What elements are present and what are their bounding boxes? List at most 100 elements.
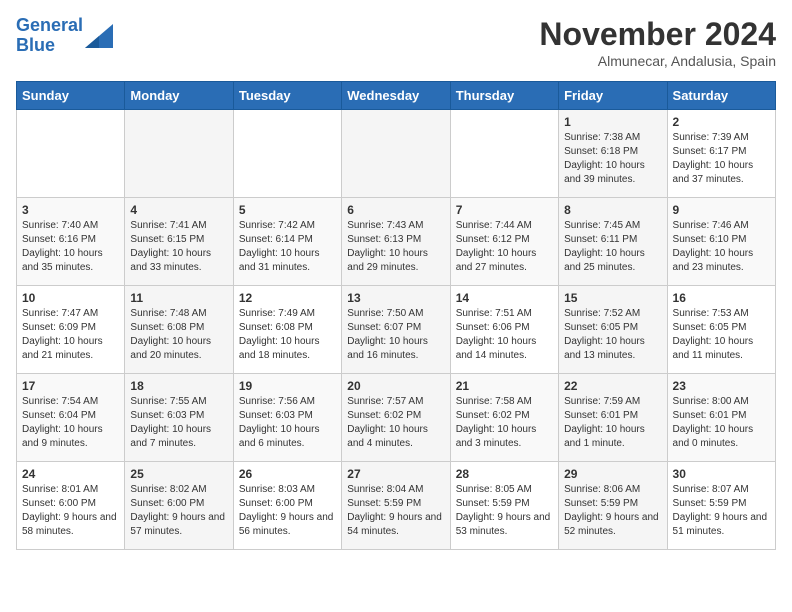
calendar-table: SundayMondayTuesdayWednesdayThursdayFrid…: [16, 81, 776, 550]
day-info: Sunrise: 7:45 AMSunset: 6:11 PMDaylight:…: [564, 219, 661, 275]
day-number: 22: [564, 379, 661, 393]
calendar-cell: 18 Sunrise: 7:55 AMSunset: 6:03 PMDayligh…: [125, 374, 233, 462]
day-info: Sunrise: 8:03 AMSunset: 6:00 PMDaylight:…: [239, 483, 336, 539]
day-number: 14: [456, 291, 553, 305]
day-header-tuesday: Tuesday: [233, 82, 341, 110]
day-info: Sunrise: 7:56 AMSunset: 6:03 PMDaylight:…: [239, 395, 336, 451]
day-number: 23: [673, 379, 770, 393]
calendar-cell: 3 Sunrise: 7:40 AMSunset: 6:16 PMDaylight…: [17, 198, 125, 286]
calendar-cell: 10 Sunrise: 7:47 AMSunset: 6:09 PMDayligh…: [17, 286, 125, 374]
day-info: Sunrise: 8:01 AMSunset: 6:00 PMDaylight:…: [22, 483, 119, 539]
day-info: Sunrise: 7:51 AMSunset: 6:06 PMDaylight:…: [456, 307, 553, 363]
month-title: November 2024: [539, 16, 776, 53]
day-number: 7: [456, 203, 553, 217]
day-info: Sunrise: 7:57 AMSunset: 6:02 PMDaylight:…: [347, 395, 444, 451]
day-info: Sunrise: 7:59 AMSunset: 6:01 PMDaylight:…: [564, 395, 661, 451]
calendar-cell: 16 Sunrise: 7:53 AMSunset: 6:05 PMDayligh…: [667, 286, 775, 374]
calendar-cell: 11Sunrise: 7:48 AMSunset: 6:08 PMDayligh…: [125, 286, 233, 374]
logo-icon: [85, 24, 113, 48]
calendar-cell: 19Sunrise: 7:56 AMSunset: 6:03 PMDayligh…: [233, 374, 341, 462]
calendar-cell: 12Sunrise: 7:49 AMSunset: 6:08 PMDayligh…: [233, 286, 341, 374]
header-row: SundayMondayTuesdayWednesdayThursdayFrid…: [17, 82, 776, 110]
day-header-thursday: Thursday: [450, 82, 558, 110]
day-info: Sunrise: 7:42 AMSunset: 6:14 PMDaylight:…: [239, 219, 336, 275]
page-header: GeneralBlue November 2024 Almunecar, And…: [16, 16, 776, 69]
day-number: 6: [347, 203, 444, 217]
day-number: 27: [347, 467, 444, 481]
day-number: 4: [130, 203, 227, 217]
day-number: 2: [673, 115, 770, 129]
day-info: Sunrise: 8:06 AMSunset: 5:59 PMDaylight:…: [564, 483, 661, 539]
day-number: 16: [673, 291, 770, 305]
calendar-cell: [233, 110, 341, 198]
day-info: Sunrise: 7:39 AMSunset: 6:17 PMDaylight:…: [673, 131, 770, 187]
day-number: 24: [22, 467, 119, 481]
calendar-cell: 22 Sunrise: 7:59 AMSunset: 6:01 PMDayligh…: [559, 374, 667, 462]
day-info: Sunrise: 7:49 AMSunset: 6:08 PMDaylight:…: [239, 307, 336, 363]
day-info: Sunrise: 7:52 AMSunset: 6:05 PMDaylight:…: [564, 307, 661, 363]
calendar-cell: 25 Sunrise: 8:02 AMSunset: 6:00 PMDayligh…: [125, 462, 233, 550]
day-number: 9: [673, 203, 770, 217]
calendar-cell: 26 Sunrise: 8:03 AMSunset: 6:00 PMDayligh…: [233, 462, 341, 550]
calendar-cell: [125, 110, 233, 198]
day-info: Sunrise: 8:07 AMSunset: 5:59 PMDaylight:…: [673, 483, 770, 539]
day-number: 25: [130, 467, 227, 481]
day-header-friday: Friday: [559, 82, 667, 110]
location-subtitle: Almunecar, Andalusia, Spain: [539, 53, 776, 69]
calendar-cell: 15 Sunrise: 7:52 AMSunset: 6:05 PMDayligh…: [559, 286, 667, 374]
calendar-cell: 1 Sunrise: 7:38 AMSunset: 6:18 PMDaylight…: [559, 110, 667, 198]
day-number: 5: [239, 203, 336, 217]
day-info: Sunrise: 8:05 AMSunset: 5:59 PMDaylight:…: [456, 483, 553, 539]
calendar-cell: 27 Sunrise: 8:04 AMSunset: 5:59 PMDayligh…: [342, 462, 450, 550]
day-info: Sunrise: 7:47 AMSunset: 6:09 PMDaylight:…: [22, 307, 119, 363]
day-header-sunday: Sunday: [17, 82, 125, 110]
day-header-monday: Monday: [125, 82, 233, 110]
calendar-cell: [17, 110, 125, 198]
day-header-wednesday: Wednesday: [342, 82, 450, 110]
title-block: November 2024 Almunecar, Andalusia, Spai…: [539, 16, 776, 69]
day-number: 10: [22, 291, 119, 305]
logo: GeneralBlue: [16, 16, 113, 56]
calendar-cell: 13 Sunrise: 7:50 AMSunset: 6:07 PMDayligh…: [342, 286, 450, 374]
day-number: 1: [564, 115, 661, 129]
day-info: Sunrise: 7:43 AMSunset: 6:13 PMDaylight:…: [347, 219, 444, 275]
day-info: Sunrise: 8:04 AMSunset: 5:59 PMDaylight:…: [347, 483, 444, 539]
week-row-2: 3 Sunrise: 7:40 AMSunset: 6:16 PMDaylight…: [17, 198, 776, 286]
week-row-5: 24 Sunrise: 8:01 AMSunset: 6:00 PMDayligh…: [17, 462, 776, 550]
calendar-cell: [342, 110, 450, 198]
calendar-cell: 21Sunrise: 7:58 AMSunset: 6:02 PMDayligh…: [450, 374, 558, 462]
calendar-cell: 7 Sunrise: 7:44 AMSunset: 6:12 PMDaylight…: [450, 198, 558, 286]
calendar-cell: 4 Sunrise: 7:41 AMSunset: 6:15 PMDaylight…: [125, 198, 233, 286]
day-number: 18: [130, 379, 227, 393]
day-number: 26: [239, 467, 336, 481]
calendar-cell: 9 Sunrise: 7:46 AMSunset: 6:10 PMDaylight…: [667, 198, 775, 286]
calendar-cell: 17 Sunrise: 7:54 AMSunset: 6:04 PMDayligh…: [17, 374, 125, 462]
day-info: Sunrise: 7:50 AMSunset: 6:07 PMDaylight:…: [347, 307, 444, 363]
calendar-cell: 2 Sunrise: 7:39 AMSunset: 6:17 PMDaylight…: [667, 110, 775, 198]
day-info: Sunrise: 7:53 AMSunset: 6:05 PMDaylight:…: [673, 307, 770, 363]
day-number: 20: [347, 379, 444, 393]
calendar-cell: 6 Sunrise: 7:43 AMSunset: 6:13 PMDaylight…: [342, 198, 450, 286]
calendar-cell: 20 Sunrise: 7:57 AMSunset: 6:02 PMDayligh…: [342, 374, 450, 462]
calendar-cell: 28Sunrise: 8:05 AMSunset: 5:59 PMDayligh…: [450, 462, 558, 550]
day-number: 17: [22, 379, 119, 393]
day-info: Sunrise: 7:54 AMSunset: 6:04 PMDaylight:…: [22, 395, 119, 451]
day-info: Sunrise: 7:40 AMSunset: 6:16 PMDaylight:…: [22, 219, 119, 275]
day-info: Sunrise: 7:55 AMSunset: 6:03 PMDaylight:…: [130, 395, 227, 451]
day-header-saturday: Saturday: [667, 82, 775, 110]
day-number: 15: [564, 291, 661, 305]
day-info: Sunrise: 7:48 AMSunset: 6:08 PMDaylight:…: [130, 307, 227, 363]
day-info: Sunrise: 7:41 AMSunset: 6:15 PMDaylight:…: [130, 219, 227, 275]
day-info: Sunrise: 8:02 AMSunset: 6:00 PMDaylight:…: [130, 483, 227, 539]
week-row-1: 1 Sunrise: 7:38 AMSunset: 6:18 PMDaylight…: [17, 110, 776, 198]
calendar-cell: 8 Sunrise: 7:45 AMSunset: 6:11 PMDaylight…: [559, 198, 667, 286]
day-number: 8: [564, 203, 661, 217]
day-info: Sunrise: 7:46 AMSunset: 6:10 PMDaylight:…: [673, 219, 770, 275]
day-number: 3: [22, 203, 119, 217]
week-row-3: 10 Sunrise: 7:47 AMSunset: 6:09 PMDayligh…: [17, 286, 776, 374]
day-info: Sunrise: 7:38 AMSunset: 6:18 PMDaylight:…: [564, 131, 661, 187]
calendar-cell: 29Sunrise: 8:06 AMSunset: 5:59 PMDayligh…: [559, 462, 667, 550]
calendar-cell: 30Sunrise: 8:07 AMSunset: 5:59 PMDayligh…: [667, 462, 775, 550]
day-info: Sunrise: 7:44 AMSunset: 6:12 PMDaylight:…: [456, 219, 553, 275]
day-number: 13: [347, 291, 444, 305]
